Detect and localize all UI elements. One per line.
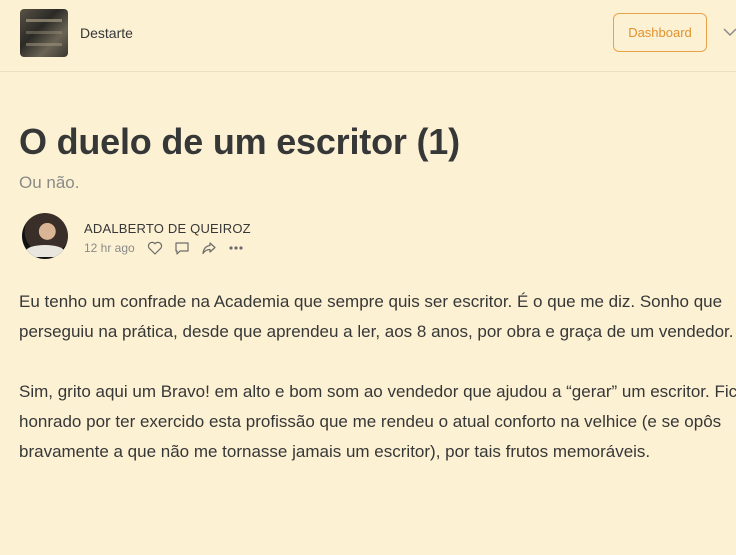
- publication-name[interactable]: Destarte: [80, 25, 133, 41]
- comment-icon[interactable]: [174, 240, 190, 256]
- author-name[interactable]: ADALBERTO DE QUEIROZ: [84, 221, 251, 236]
- top-bar: Destarte Dashboard: [0, 0, 736, 72]
- post-title: O duelo de um escritor (1): [19, 121, 460, 162]
- author-avatar[interactable]: [22, 213, 68, 259]
- chevron-down-icon[interactable]: [722, 24, 736, 40]
- post-meta: 12 hr ago: [84, 239, 255, 257]
- more-icon[interactable]: [228, 240, 244, 256]
- post-paragraph: Eu tenho um confrade na Academia que sem…: [19, 292, 734, 341]
- post-subtitle: Ou não.: [19, 173, 80, 192]
- publication-logo[interactable]: [20, 9, 68, 57]
- post-timestamp: 12 hr ago: [84, 241, 135, 255]
- share-icon[interactable]: [201, 240, 217, 256]
- post-paragraph: Sim, grito aqui um Bravo! em alto e bom …: [19, 382, 736, 461]
- heart-icon[interactable]: [147, 240, 163, 256]
- dashboard-button[interactable]: Dashboard: [613, 13, 707, 52]
- post-body: Eu tenho um confrade na Academia que sem…: [19, 287, 736, 497]
